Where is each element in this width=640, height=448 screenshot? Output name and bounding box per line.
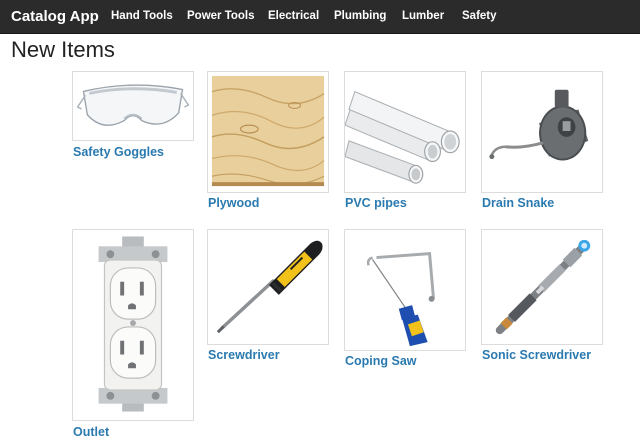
item-thumbnail[interactable] <box>344 71 466 193</box>
item-thumbnail[interactable] <box>344 229 466 351</box>
item-name[interactable]: PVC pipes <box>345 196 407 210</box>
item-thumbnail[interactable] <box>481 229 603 345</box>
item-card-outlet[interactable]: Outlet <box>72 229 194 441</box>
item-thumbnail[interactable] <box>72 71 194 141</box>
item-card-screwdriver[interactable]: Screwdriver <box>207 229 329 365</box>
item-name[interactable]: Sonic Screwdriver <box>482 348 591 362</box>
nav-link-power-tools[interactable]: Power Tools <box>187 10 255 22</box>
item-name[interactable]: Plywood <box>208 196 259 210</box>
item-thumbnail[interactable] <box>481 71 603 193</box>
item-thumbnail[interactable] <box>72 229 194 421</box>
outlet-icon <box>98 236 168 412</box>
item-name[interactable]: Drain Snake <box>482 196 554 210</box>
item-card-sonic-screwdriver[interactable]: Sonic Screwdriver <box>481 229 603 371</box>
safety-goggles-icon <box>76 84 190 126</box>
item-card-safety-goggles[interactable]: Safety Goggles <box>72 71 194 163</box>
page-title: New Items <box>11 37 115 62</box>
item-card-drain-snake[interactable]: Drain Snake <box>481 71 603 213</box>
nav-link-lumber[interactable]: Lumber <box>402 10 444 22</box>
item-name[interactable]: Coping Saw <box>345 354 417 368</box>
sonic-screwdriver-icon <box>495 239 591 335</box>
brand-link[interactable]: Catalog App <box>11 8 99 25</box>
nav-link-safety[interactable]: Safety <box>462 10 497 22</box>
item-thumbnail[interactable] <box>207 229 329 345</box>
screwdriver-icon <box>216 240 323 334</box>
nav-link-hand-tools[interactable]: Hand Tools <box>111 10 173 22</box>
item-name[interactable]: Outlet <box>73 425 109 439</box>
drain-snake-icon <box>489 89 589 161</box>
item-name[interactable]: Safety Goggles <box>73 145 164 159</box>
coping-saw-icon <box>366 252 435 347</box>
item-card-plywood[interactable]: Plywood <box>207 71 329 213</box>
item-card-coping-saw[interactable]: Coping Saw <box>344 229 466 371</box>
item-card-pvc-pipes[interactable]: PVC pipes <box>344 71 466 213</box>
navbar: Catalog App Hand Tools Power Tools Elect… <box>0 0 640 34</box>
nav-link-electrical[interactable]: Electrical <box>268 10 319 22</box>
plywood-icon <box>211 75 325 187</box>
item-thumbnail[interactable] <box>207 71 329 193</box>
pvc-pipes-icon <box>345 91 460 184</box>
nav-link-plumbing[interactable]: Plumbing <box>334 10 386 22</box>
item-name[interactable]: Screwdriver <box>208 348 280 362</box>
